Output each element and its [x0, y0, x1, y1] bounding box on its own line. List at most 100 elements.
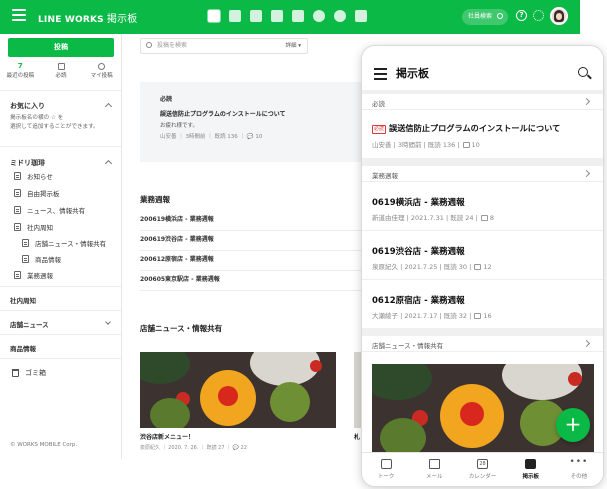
board-icon	[14, 206, 21, 214]
post-photo[interactable]	[372, 364, 594, 452]
quick-my-posts-label: マイ投稿	[90, 73, 113, 79]
trash-link[interactable]: ゴミ箱	[12, 368, 46, 378]
avatar[interactable]	[550, 7, 568, 25]
address-book-icon[interactable]	[292, 10, 304, 22]
sidebar-item-free-board[interactable]: 自由掲示板	[14, 187, 60, 199]
sidebar-item-products[interactable]: 商品情報	[22, 253, 61, 265]
quick-links: 7 最近の投稿 必読 マイ投稿	[0, 62, 122, 84]
sidebar-item-store-news[interactable]: 店舗ニュース・情報共有	[22, 237, 106, 249]
divider	[362, 158, 603, 166]
menu-icon[interactable]	[12, 9, 26, 23]
divider	[0, 146, 121, 147]
sidebar-item-notices[interactable]: お知らせ	[14, 170, 53, 182]
search-icon	[146, 42, 152, 48]
sidebar-item-label: 自由掲示板	[27, 190, 60, 198]
mobile-section-must-read[interactable]: 必読	[362, 94, 603, 110]
store-news-title[interactable]: 店舗ニュース・情報共有	[140, 323, 222, 334]
post-meta-text: 新道由佳理 | 2021.7.31 | 既読 24 |	[372, 214, 478, 222]
quick-recent[interactable]: 7 最近の投稿	[0, 62, 41, 84]
search-detail-dropdown[interactable]: 詳細 ▾	[285, 39, 301, 53]
more-icon: •••	[569, 457, 589, 467]
favorites-title[interactable]: お気に入り	[10, 101, 45, 111]
gear-icon[interactable]	[533, 10, 544, 21]
tab-talk[interactable]: トーク	[362, 453, 410, 486]
post-meta: 大瀬綾子 | 2021.7.17 | 既読 32 | 16	[372, 310, 492, 320]
notice-body: お疲れ様です。	[160, 123, 198, 129]
sidebar-item-news[interactable]: ニュース、情報共有	[14, 204, 85, 216]
post-card-title[interactable]: 渋谷店新メニュー！	[140, 432, 194, 441]
list-item[interactable]: 200612原宿店 - 業務週報	[140, 251, 362, 271]
board-icon[interactable]	[208, 10, 220, 22]
sidebar-item-label: 社内周知	[27, 224, 53, 232]
list-item[interactable]: 200605東京駅店 - 業務週報	[140, 271, 362, 291]
app-brand[interactable]: LINE WORKS 掲示板	[38, 10, 137, 25]
chevron-up-icon[interactable]	[104, 159, 113, 168]
chevron-right-icon	[582, 97, 591, 106]
search-icon[interactable]	[578, 67, 588, 77]
board-icon	[14, 189, 21, 197]
post-meta: 山安善 | 3時間前 | 既読 136 | 10	[372, 139, 480, 149]
calendar-icon[interactable]	[271, 10, 283, 22]
post-photo[interactable]	[140, 352, 336, 428]
sidebar-item-weekly[interactable]: 業務週報	[14, 269, 53, 281]
tab-label: トーク	[377, 474, 395, 480]
quick-must-read[interactable]: 必読	[41, 62, 82, 84]
quick-my-posts[interactable]: マイ投稿	[81, 62, 122, 84]
board-icon	[14, 172, 21, 180]
tab-label: メール	[426, 474, 443, 480]
chevron-up-icon[interactable]	[104, 102, 113, 111]
post-title: 0612原宿店 - 業務週報	[372, 296, 465, 306]
mobile-section-weekly[interactable]: 業務週報	[362, 166, 603, 182]
section-label: 店舗ニュース・情報共有	[372, 342, 444, 350]
section-internal[interactable]: 社内周知	[10, 295, 36, 305]
divider	[0, 90, 121, 91]
section-label: 必読	[372, 100, 385, 108]
sidebar-item-label: 商品情報	[35, 256, 61, 264]
task-icon[interactable]	[334, 10, 346, 22]
list-item[interactable]: 200619横浜店 - 業務週報	[140, 211, 362, 231]
sidebar-item-internal[interactable]: 社内周知	[14, 221, 53, 233]
employee-search[interactable]: 社員検索	[462, 9, 508, 25]
post-search[interactable]: 投稿を検索 詳細 ▾	[140, 38, 308, 54]
board-icon	[22, 255, 29, 263]
mobile-post-item[interactable]: 必読 誤送信防止プログラムのインストールについて 山安善 | 3時間前 | 既読 …	[362, 110, 603, 158]
comment-icon	[474, 313, 482, 319]
sidebar: 投稿 7 最近の投稿 必読 マイ投稿 お気に入り 掲示板名の横の ☆ を 選択し…	[0, 34, 122, 459]
mobile-post-item[interactable]: 0619横浜店 - 業務週報 新道由佳理 | 2021.7.31 | 既読 24…	[362, 182, 603, 231]
post-title: 0619横浜店 - 業務週報	[372, 198, 465, 208]
tab-more[interactable]: ••• その他	[555, 453, 603, 486]
divider	[362, 328, 603, 336]
comment-count: 10	[471, 141, 480, 149]
mail-icon	[428, 459, 440, 469]
tab-board[interactable]: 掲示板	[507, 453, 555, 486]
tab-label: 掲示板	[522, 474, 539, 480]
chevron-down-icon[interactable]	[105, 319, 111, 325]
mobile-post-item[interactable]: 0612原宿店 - 業務週報 大瀬綾子 | 2021.7.17 | 既読 32 …	[362, 280, 603, 328]
help-icon[interactable]: ?	[516, 10, 527, 21]
trash-icon	[12, 369, 19, 377]
menu-icon[interactable]	[374, 68, 387, 83]
mobile-post-item[interactable]: 0619渋谷店 - 業務週報 泉原紀久 | 2021.7.25 | 既読 30 …	[362, 231, 603, 280]
weekly-title[interactable]: 業務週報	[140, 194, 170, 205]
list-item[interactable]: 200619渋谷店 - 業務週報	[140, 231, 362, 251]
mobile-section-store-news[interactable]: 店舗ニュース・情報共有	[362, 336, 603, 352]
form-icon[interactable]	[355, 10, 367, 22]
notice-title[interactable]: 誤送信防止プログラムのインストールについて	[160, 109, 286, 118]
post-card-title[interactable]: 札	[354, 432, 360, 441]
sidebar-item-label: お知らせ	[27, 173, 53, 181]
tab-calendar[interactable]: 28 カレンダー	[458, 453, 506, 486]
group-title[interactable]: ミドリ珈琲	[10, 158, 45, 168]
post-button[interactable]: 投稿	[8, 38, 114, 57]
divider	[0, 358, 121, 359]
calendar-icon: 28	[477, 459, 488, 469]
section-products[interactable]: 商品情報	[10, 343, 36, 353]
notice-card[interactable]: 必読 誤送信防止プログラムのインストールについて お疲れ様です。 山安善 ｜ 3…	[140, 82, 370, 162]
new-post-fab[interactable]: +	[556, 408, 590, 442]
section-store-news[interactable]: 店舗ニュース	[10, 319, 49, 329]
sidebar-item-label: 店舗ニュース・情報共有	[35, 240, 107, 248]
drive-icon[interactable]	[313, 10, 325, 22]
tab-label: カレンダー	[468, 474, 497, 480]
mail-icon[interactable]	[250, 10, 262, 22]
chat-icon[interactable]	[229, 10, 241, 22]
tab-mail[interactable]: メール	[410, 453, 458, 486]
